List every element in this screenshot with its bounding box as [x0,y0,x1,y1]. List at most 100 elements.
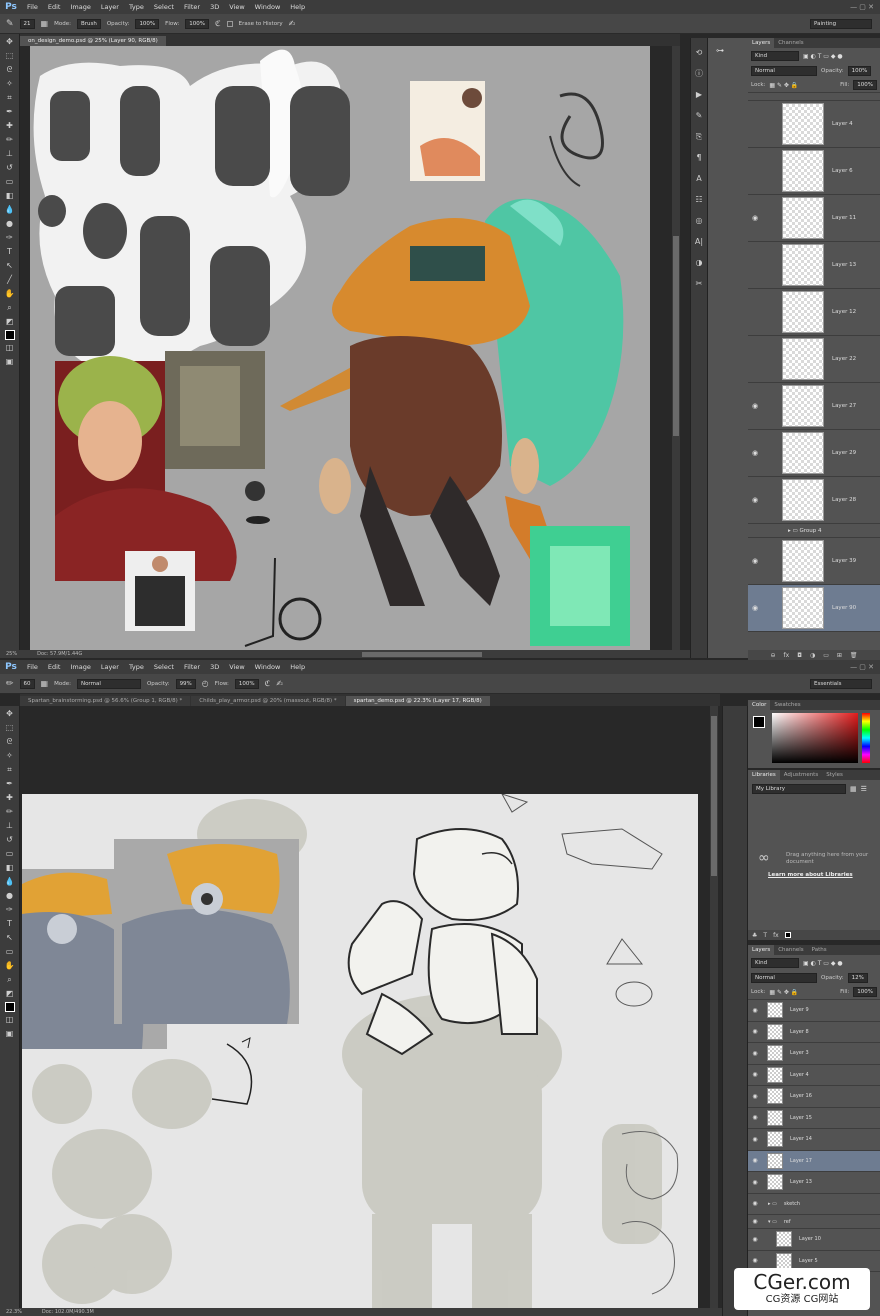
gradient-tool-icon[interactable]: ◧ [4,862,16,874]
info-icon[interactable]: ⓘ [693,68,705,80]
tab-adjustments[interactable]: Adjustments [780,772,822,778]
tools-icon[interactable]: ✂ [693,278,705,290]
tab-swatches[interactable]: Swatches [770,702,804,708]
layer-row[interactable]: Layer 22 [748,336,880,383]
layer-row[interactable]: ◉ Layer 13 [748,1172,880,1194]
foreground-color-swatch[interactable] [4,330,15,340]
quick-mask-icon[interactable]: ◫ [4,342,16,354]
visibility-eye-icon[interactable]: ◉ [748,1136,762,1143]
visibility-eye-icon[interactable]: ◉ [748,1093,762,1100]
layer-row[interactable]: ◉ Layer 17 [748,1150,880,1172]
menu-edit[interactable]: Edit [43,3,66,11]
foreground-color-swatch[interactable] [4,1002,15,1012]
tab-libraries[interactable]: Libraries [748,770,780,780]
visibility-eye-icon[interactable]: ◉ [748,604,762,612]
layer-row[interactable]: ◉ Layer 15 [748,1108,880,1129]
menu-help[interactable]: Help [285,3,310,11]
bottom-canvas-viewport[interactable] [20,706,720,1308]
eraser-tool-icon[interactable]: ✎ [6,19,14,29]
airbrush-icon[interactable]: ℭ [265,679,271,688]
layer-row[interactable]: Layer 4 [748,101,880,148]
workspace-select[interactable]: Essentials [810,678,872,689]
quick-select-icon[interactable]: ✧ [4,78,16,90]
layer-row[interactable]: ◉ Layer 29 [748,430,880,477]
blend-mode-select[interactable]: Normal [751,973,817,983]
library-select[interactable]: My Library [752,784,846,794]
airbrush-icon[interactable]: ℭ [215,19,221,28]
visibility-eye-icon[interactable]: ◉ [748,1007,762,1014]
learn-more-link[interactable]: Learn more about Libraries [768,872,853,878]
hand-tool-icon[interactable]: ✋ [4,960,16,972]
stamp-tool-icon[interactable]: ⊥ [4,148,16,160]
list-view-icon[interactable]: ☰ [861,785,867,793]
type-tool-icon[interactable]: T [4,246,16,258]
tab-layers[interactable]: Layers [748,38,775,48]
layer-filter-icons[interactable]: ▣ ◐ T ▭ ◆ ● [803,53,843,60]
visibility-eye-icon[interactable]: ◉ [748,1157,762,1164]
mode-select[interactable]: Normal [76,678,141,689]
visibility-eye-icon[interactable]: ◉ [748,1218,762,1225]
add-graphic-icon[interactable]: ♣ [752,932,757,939]
fx-icon[interactable]: fx [784,652,790,659]
tab-layers[interactable]: Layers [748,945,775,955]
grid-view-icon[interactable]: ▦ [850,785,857,793]
layer-fill-input[interactable]: 100% [853,80,877,90]
path-select-icon[interactable]: ↖ [4,932,16,944]
marquee-tool-icon[interactable]: ⬚ [4,722,16,734]
layer-row[interactable]: ◉ Layer 16 [748,1086,880,1108]
visibility-eye-icon[interactable]: ◉ [748,402,762,410]
layer-group-row[interactable]: ▸ ▭ Group 4 [748,524,880,538]
delete-layer-icon[interactable]: 🗑 [850,652,858,659]
bottom-vscroll-thumb[interactable] [711,716,717,876]
lasso-tool-icon[interactable]: ᘓ [4,736,16,748]
move-tool-icon[interactable]: ✥ [4,36,16,48]
visibility-eye-icon[interactable]: ◉ [748,557,762,565]
menu-select[interactable]: Select [149,663,179,671]
flow-input[interactable]: 100% [185,18,210,29]
opacity-input[interactable]: 100% [135,18,160,29]
menu-filter[interactable]: Filter [179,663,205,671]
visibility-eye-icon[interactable]: ◉ [748,1257,762,1264]
healing-brush-icon[interactable]: ✚ [4,120,16,132]
layer-row[interactable]: ◉ Layer 27 [748,383,880,430]
brush-panel-icon[interactable]: ▦ [41,19,49,28]
add-mask-icon[interactable]: ◘ [797,652,802,659]
default-colors-icon[interactable]: ◩ [4,988,16,1000]
adjustment-layer-icon[interactable]: ◑ [810,652,815,659]
workspace-select[interactable]: Painting [810,18,872,29]
pen-tool-icon[interactable]: ✑ [4,232,16,244]
zoom-tool-icon[interactable]: ⌕ [4,974,16,986]
line-tool-icon[interactable]: ╱ [4,274,16,286]
layer-row[interactable]: Layer 12 [748,289,880,336]
move-tool-icon[interactable]: ✥ [4,708,16,720]
layer-opacity-input[interactable]: 100% [847,66,872,76]
brush-tool-icon[interactable]: ✏ [4,134,16,146]
new-group-icon[interactable]: ▭ [823,652,829,659]
paragraph-icon[interactable]: ¶ [693,152,705,164]
group-row-sketch[interactable]: ◉ ▸ ▭ sketch [748,1194,880,1215]
menu-type[interactable]: Type [124,663,149,671]
opacity-input[interactable]: 99% [175,678,196,689]
crop-tool-icon[interactable]: ⌗ [4,764,16,776]
quick-mask-icon[interactable]: ◫ [4,1014,16,1026]
menu-3d[interactable]: 3D [205,663,224,671]
hand-tool-icon[interactable]: ✋ [4,288,16,300]
layer-row[interactable]: Layer 13 [748,242,880,289]
layer-row[interactable]: ◉ Layer 3 [748,1043,880,1065]
marquee-tool-icon[interactable]: ⬚ [4,50,16,62]
doc-tab[interactable]: on_design_demo.psd @ 25% (Layer 90, RGB/… [20,36,166,46]
doc-tab-spartan-demo[interactable]: spartan_demo.psd @ 22.3% (Layer 17, RGB/… [345,696,490,706]
eraser-tool-icon[interactable]: ▭ [4,176,16,188]
visibility-eye-icon[interactable]: ◉ [748,496,762,504]
blur-tool-icon[interactable]: 💧 [4,876,16,888]
mode-select[interactable]: Brush [76,18,101,29]
tab-channels[interactable]: Channels [774,40,807,46]
clone-source-icon[interactable]: ⎘ [693,131,705,143]
layer-row[interactable]: ◉ Layer 10 [748,1229,880,1251]
visibility-eye-icon[interactable]: ◉ [748,1200,762,1207]
visibility-eye-icon[interactable]: ◉ [748,214,762,222]
pressure-opacity-icon[interactable]: ◴ [202,679,209,688]
crop-tool-icon[interactable]: ⌗ [4,92,16,104]
tab-color[interactable]: Color [748,700,771,710]
eyedropper-icon[interactable]: ✒ [4,106,16,118]
